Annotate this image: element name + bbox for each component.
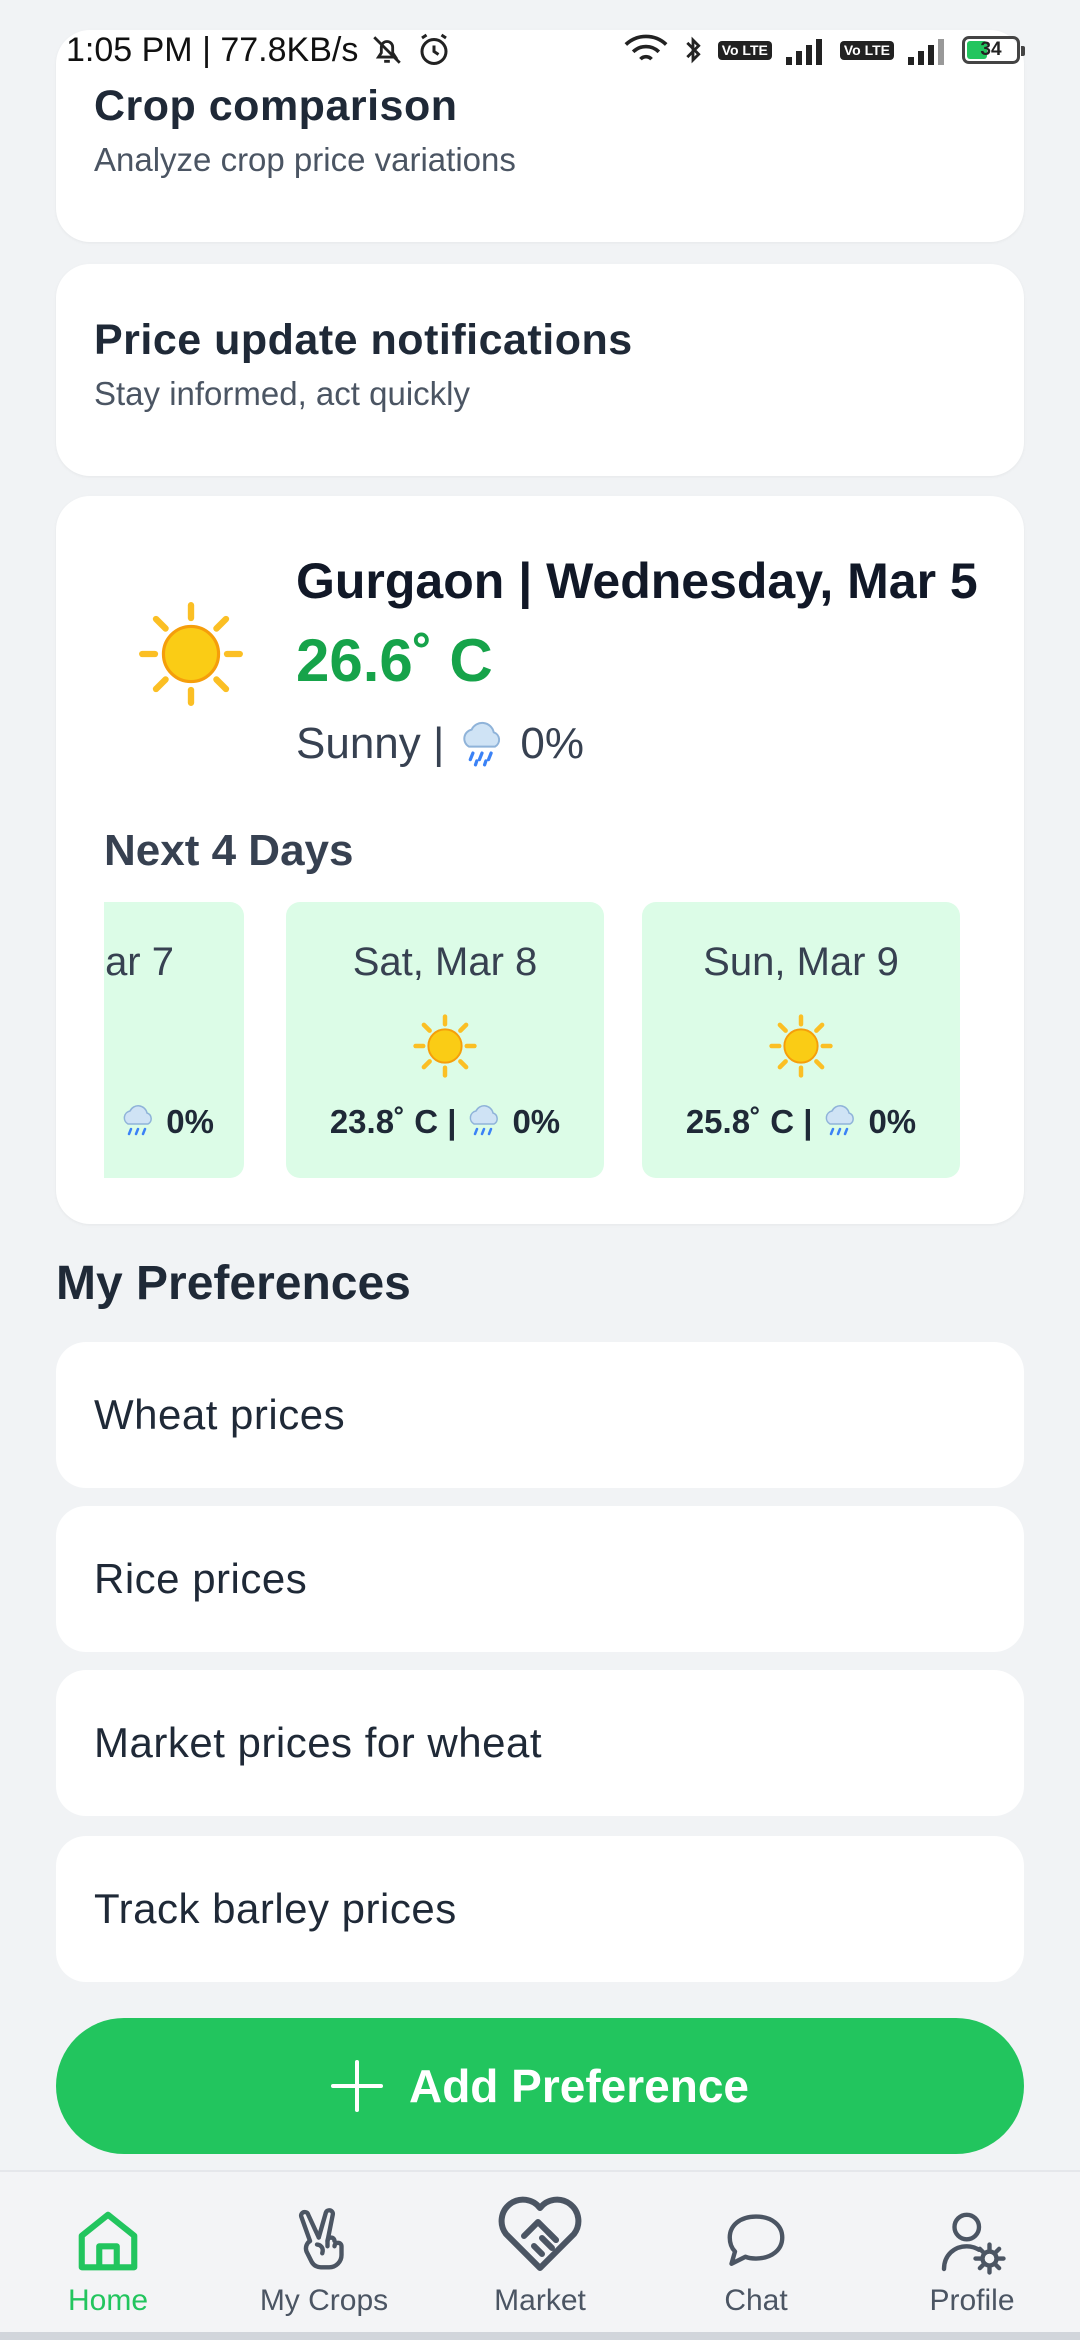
rain-cloud-icon bbox=[463, 721, 501, 767]
alarm-icon bbox=[416, 32, 452, 68]
preference-item[interactable]: Rice prices bbox=[56, 1506, 1024, 1652]
signal-icon bbox=[785, 35, 826, 65]
sun-icon bbox=[769, 1014, 833, 1078]
home-indicator bbox=[0, 2332, 1080, 2340]
status-bar: 1:05 PM | 77.8KB/s Vo LTE Vo LTE 34 bbox=[0, 0, 1080, 100]
rain-cloud-icon bbox=[826, 1105, 855, 1136]
forecast-date: ar 7 bbox=[105, 940, 174, 984]
forecast-day-card[interactable]: Sat, Mar 8 23.8˚ C | 0% bbox=[286, 902, 604, 1178]
weather-location-date: Gurgaon | Wednesday, Mar 5 bbox=[296, 553, 978, 609]
nav-my-crops[interactable]: My Crops bbox=[216, 2172, 432, 2340]
preferences-heading: My Preferences bbox=[56, 1257, 411, 1310]
forecast-date: Sun, Mar 9 bbox=[703, 940, 899, 984]
weather-temperature: 26.6˚ C bbox=[296, 627, 493, 694]
nav-home[interactable]: Home bbox=[0, 2172, 216, 2340]
preference-item[interactable]: Market prices for wheat bbox=[56, 1670, 1024, 1816]
preference-item[interactable]: Wheat prices bbox=[56, 1342, 1024, 1488]
weather-rain-chance: 0% bbox=[520, 719, 585, 768]
home-icon bbox=[78, 2211, 138, 2271]
battery-level: 34 bbox=[980, 39, 1002, 60]
sun-icon bbox=[413, 1014, 477, 1078]
forecast-info: 0% bbox=[104, 1102, 244, 1142]
mute-bell-icon bbox=[370, 33, 404, 67]
chat-bubble-icon bbox=[727, 2214, 785, 2266]
forecast-date: Sat, Mar 8 bbox=[352, 940, 538, 984]
user-gear-icon bbox=[941, 2212, 1006, 2275]
add-preference-label: Add Preference bbox=[408, 2060, 749, 2112]
price-notifications-subtitle: Stay informed, act quickly bbox=[94, 375, 470, 412]
status-right: Vo LTE Vo LTE 34 bbox=[624, 33, 1025, 67]
status-time: 1:05 PM | 77.8KB/s bbox=[66, 30, 359, 69]
weather-card: Gurgaon | Wednesday, Mar 5 26.6˚ C Sunny… bbox=[56, 496, 1024, 1224]
forecast-temp: 25.8˚ C | bbox=[685, 1103, 813, 1140]
signal-icon-2 bbox=[908, 35, 948, 65]
status-left: 1:05 PM | 77.8KB/s bbox=[66, 31, 452, 70]
nav-market[interactable]: Market bbox=[432, 2172, 648, 2340]
nav-chat-label: Chat bbox=[724, 2284, 788, 2317]
rain-cloud-icon bbox=[470, 1105, 499, 1136]
nav-profile[interactable]: Profile bbox=[864, 2172, 1080, 2340]
nav-market-label: Market bbox=[494, 2284, 586, 2317]
plus-icon bbox=[330, 2060, 383, 2112]
nav-profile-label: Profile bbox=[929, 2284, 1015, 2317]
rain-cloud-icon bbox=[123, 1105, 153, 1136]
nav-my-crops-label: My Crops bbox=[259, 2284, 389, 2317]
forecast-info: 23.8˚ C | 0% bbox=[286, 1102, 604, 1142]
next-days-title: Next 4 Days bbox=[104, 826, 354, 875]
volte-badge-2: Vo LTE bbox=[839, 40, 894, 60]
peace-hand-icon bbox=[298, 2208, 344, 2270]
weather-condition: Sunny | bbox=[296, 719, 445, 768]
preference-item[interactable]: Track barley prices bbox=[56, 1836, 1024, 1982]
bluetooth-icon bbox=[682, 33, 704, 67]
wifi-icon bbox=[624, 33, 668, 67]
battery-icon: 34 bbox=[962, 36, 1025, 64]
forecast-day-card[interactable]: Sun, Mar 9 25.8˚ C | 0% bbox=[642, 902, 960, 1178]
forecast-rain: 0% bbox=[166, 1103, 214, 1140]
forecast-rain: 0% bbox=[868, 1103, 917, 1140]
volte-badge: Vo LTE bbox=[717, 40, 772, 60]
nav-home-label: Home bbox=[67, 2284, 149, 2317]
price-notifications-title: Price update notifications bbox=[94, 316, 633, 364]
forecast-rain: 0% bbox=[512, 1103, 561, 1140]
crop-comparison-subtitle: Analyze crop price variations bbox=[94, 141, 516, 178]
forecast-info: 25.8˚ C | 0% bbox=[642, 1102, 960, 1142]
weather-condition-row: Sunny | 0% bbox=[296, 718, 584, 770]
nav-chat[interactable]: Chat bbox=[648, 2172, 864, 2340]
price-notifications-card[interactable]: Price update notifications Stay informed… bbox=[56, 264, 1024, 476]
forecast-scroller[interactable]: ar 7 0% Sat, Mar 8 23.8˚ C | 0% Sun, Mar… bbox=[104, 902, 984, 1178]
forecast-day-card[interactable]: ar 7 0% bbox=[104, 902, 244, 1178]
bottom-nav: Home My Crops Market Chat Profile bbox=[0, 2170, 1080, 2340]
add-preference-button[interactable]: Add Preference bbox=[56, 2018, 1024, 2154]
forecast-temp: 23.8˚ C | bbox=[329, 1103, 457, 1140]
handshake-heart-icon bbox=[498, 2196, 582, 2271]
sun-icon bbox=[139, 602, 243, 706]
